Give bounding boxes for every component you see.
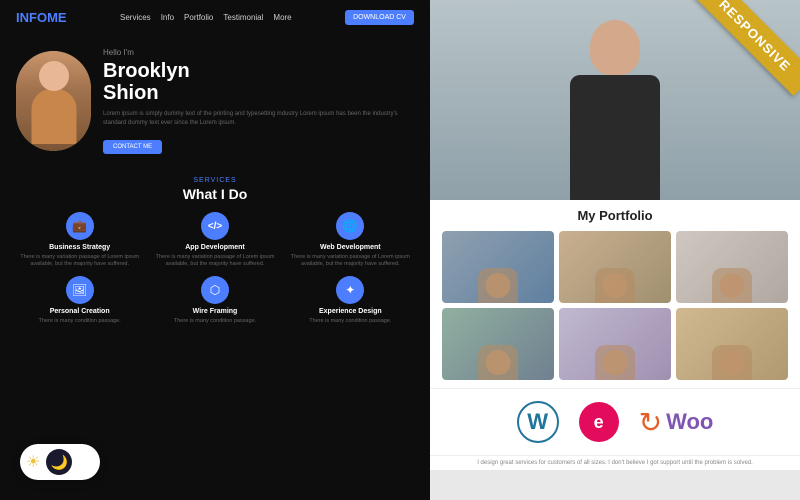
moon-icon: 🌙 [46, 449, 72, 475]
nav-link-services[interactable]: Services [120, 13, 151, 22]
hero-avatar [16, 51, 91, 151]
nav-link-more[interactable]: More [273, 13, 291, 22]
services-grid-row2: 🖼 Personal Creation There is many condit… [16, 276, 414, 325]
woo-logo-container: ↻ Woo [639, 406, 714, 439]
left-panel: INFOME Services Info Portfolio Testimoni… [0, 0, 430, 500]
info-bar: I design great services for customers of… [430, 455, 800, 470]
wireframe-icon: ⬡ [201, 276, 229, 304]
website-mockup: INFOME Services Info Portfolio Testimoni… [0, 0, 430, 500]
portfolio-item-4[interactable] [442, 308, 554, 380]
main-container: INFOME Services Info Portfolio Testimoni… [0, 0, 800, 500]
person-head [590, 20, 640, 75]
portfolio-item-2[interactable] [559, 231, 671, 303]
service-item-web: 🌐 Web Development There is many variatio… [287, 212, 414, 268]
experience-icon: ✦ [336, 276, 364, 304]
service-name-web: Web Development [287, 244, 414, 251]
theme-toggle[interactable]: ☀ 🌙 [20, 444, 100, 480]
hero-greeting: Hello I'm [103, 48, 414, 57]
wordpress-logo: W [517, 401, 559, 443]
business-icon: 💼 [66, 212, 94, 240]
contact-me-button[interactable]: CONTACT ME [103, 140, 162, 154]
nav-link-testimonial[interactable]: Testimonial [223, 13, 263, 22]
site-logo: INFOME [16, 10, 67, 25]
responsive-badge-label: RESPONSIVE [695, 0, 800, 96]
portfolio-item-5[interactable] [559, 308, 671, 380]
elementor-logo: e [579, 402, 619, 442]
portfolio-section: My Portfolio [430, 200, 800, 388]
hero-text: Hello I'm Brooklyn Shion Lorem ipsum is … [103, 48, 414, 154]
services-subtitle: SERVICES [16, 177, 414, 184]
nav-links: Services Info Portfolio Testimonial More [120, 13, 292, 22]
service-item-experience: ✦ Experience Design There is many condit… [287, 276, 414, 325]
service-desc-wireframe: There is many condition passage. [151, 318, 278, 325]
service-item-business: 💼 Business Strategy There is many variat… [16, 212, 143, 268]
portfolio-grid [442, 231, 788, 380]
service-name-personal: Personal Creation [16, 308, 143, 315]
services-section: SERVICES What I Do 💼 Business Strategy T… [0, 165, 430, 333]
hero-description: Lorem ipsum is simply dummy text of the … [103, 110, 414, 127]
service-desc-app: There is many variation passage of Lorem… [151, 254, 278, 268]
web-dev-icon: 🌐 [336, 212, 364, 240]
services-grid-row1: 💼 Business Strategy There is many variat… [16, 212, 414, 268]
logo-accent: ME [47, 10, 67, 25]
hero-section: Hello I'm Brooklyn Shion Lorem ipsum is … [0, 35, 430, 165]
service-name-app: App Development [151, 244, 278, 251]
service-desc-web: There is many variation passage of Lorem… [287, 254, 414, 268]
mock-nav: INFOME Services Info Portfolio Testimoni… [0, 0, 430, 35]
service-desc-personal: There is many condition passage. [16, 318, 143, 325]
service-item-app: </> App Development There is many variat… [151, 212, 278, 268]
sun-icon: ☀ [26, 452, 40, 472]
portfolio-item-6[interactable] [676, 308, 788, 380]
portfolio-title: My Portfolio [442, 208, 788, 223]
bottom-logos-bar: W e ↻ Woo [430, 388, 800, 455]
service-item-personal: 🖼 Personal Creation There is many condit… [16, 276, 143, 325]
refresh-icon: ↻ [639, 406, 662, 439]
logo-text: INFO [16, 10, 47, 25]
personal-icon: 🖼 [66, 276, 94, 304]
service-item-wireframe: ⬡ Wire Framing There is many condition p… [151, 276, 278, 325]
app-dev-icon: </> [201, 212, 229, 240]
person-silhouette [555, 20, 675, 200]
woo-text: Woo [666, 409, 713, 435]
responsive-badge-container: RESPONSIVE [680, 0, 800, 120]
nav-link-info[interactable]: Info [161, 13, 174, 22]
portfolio-item-3[interactable] [676, 231, 788, 303]
info-bar-text: I design great services for customers of… [477, 460, 753, 466]
service-desc-experience: There is many condition passage. [287, 318, 414, 325]
person-body [570, 75, 660, 200]
nav-link-portfolio[interactable]: Portfolio [184, 13, 213, 22]
service-name-experience: Experience Design [287, 308, 414, 315]
hero-name: Brooklyn Shion [103, 60, 414, 104]
service-name-wireframe: Wire Framing [151, 308, 278, 315]
service-name-business: Business Strategy [16, 244, 143, 251]
right-panel: RESPONSIVE My Portfolio W e ↻ Woo [430, 0, 800, 500]
download-cv-button[interactable]: DOWNLOAD CV [345, 10, 414, 25]
portfolio-item-1[interactable] [442, 231, 554, 303]
services-title: What I Do [16, 186, 414, 202]
service-desc-business: There is many variation passage of Lorem… [16, 254, 143, 268]
